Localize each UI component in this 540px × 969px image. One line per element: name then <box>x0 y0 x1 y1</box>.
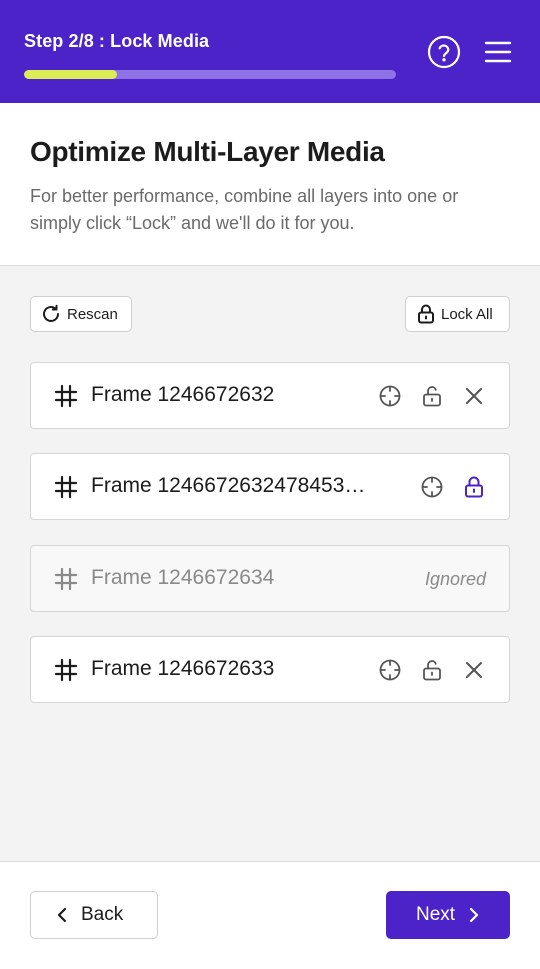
chevron-right-icon <box>469 907 479 923</box>
lock-icon <box>465 476 483 498</box>
frame-row: Frame 1246672632 <box>30 362 510 429</box>
close-icon <box>466 662 482 678</box>
frame-name: Frame 1246672632 <box>91 383 275 406</box>
lock-icon <box>417 304 435 324</box>
ignore-button[interactable] <box>461 383 487 409</box>
chevron-left-icon <box>57 907 67 923</box>
page-title: Optimize Multi-Layer Media <box>30 136 385 167</box>
frame-icon <box>53 657 79 683</box>
frame-row: Frame 1246672633 <box>30 636 510 703</box>
footer-bar: Back Next <box>0 861 540 969</box>
lock-all-label: Lock All <box>441 305 493 323</box>
unlock-icon <box>423 386 441 407</box>
ignore-button[interactable] <box>461 657 487 683</box>
frame-name: Frame 1246672633 <box>91 657 275 680</box>
rescan-button[interactable]: Rescan <box>30 296 132 332</box>
frame-icon <box>53 383 79 409</box>
frame-name: Frame 1246672632478453… <box>91 474 366 497</box>
lock-toggle-button[interactable] <box>419 657 445 683</box>
crosshair-icon <box>379 659 401 681</box>
frame-icon <box>53 566 79 592</box>
progress-bar <box>24 70 396 79</box>
frame-name: Frame 1246672634 <box>91 566 275 589</box>
next-button[interactable]: Next <box>386 891 510 939</box>
crosshair-icon <box>421 476 443 498</box>
close-icon <box>466 388 482 404</box>
locate-button[interactable] <box>419 474 445 500</box>
lock-toggle-button[interactable] <box>461 474 487 500</box>
question-circle-icon <box>427 35 461 69</box>
next-label: Next <box>416 904 456 925</box>
back-label: Back <box>81 904 124 925</box>
page-description: For better performance, combine all laye… <box>30 186 459 233</box>
frame-row: Frame 1246672632478453… <box>30 453 510 520</box>
locate-button[interactable] <box>377 383 403 409</box>
menu-button[interactable] <box>480 34 516 70</box>
help-button[interactable] <box>426 34 462 70</box>
lock-toggle-button[interactable] <box>419 383 445 409</box>
frame-row: Frame 1246672634 Ignored <box>30 545 510 612</box>
locate-button[interactable] <box>377 657 403 683</box>
step-title: Step 2/8 : Lock Media <box>24 31 210 51</box>
frame-icon <box>53 474 79 500</box>
ignored-status: Ignored <box>424 569 486 589</box>
app-header: Step 2/8 : Lock Media <box>0 0 540 103</box>
lock-all-button[interactable]: Lock All <box>405 296 510 332</box>
unlock-icon <box>423 660 441 681</box>
rescan-label: Rescan <box>67 305 118 323</box>
crosshair-icon <box>379 385 401 407</box>
hamburger-menu-icon <box>484 41 512 63</box>
back-button[interactable]: Back <box>30 891 158 939</box>
intro-section: Optimize Multi-Layer Media For better pe… <box>0 103 540 266</box>
refresh-icon <box>41 304 61 324</box>
progress-bar-fill <box>24 70 117 79</box>
